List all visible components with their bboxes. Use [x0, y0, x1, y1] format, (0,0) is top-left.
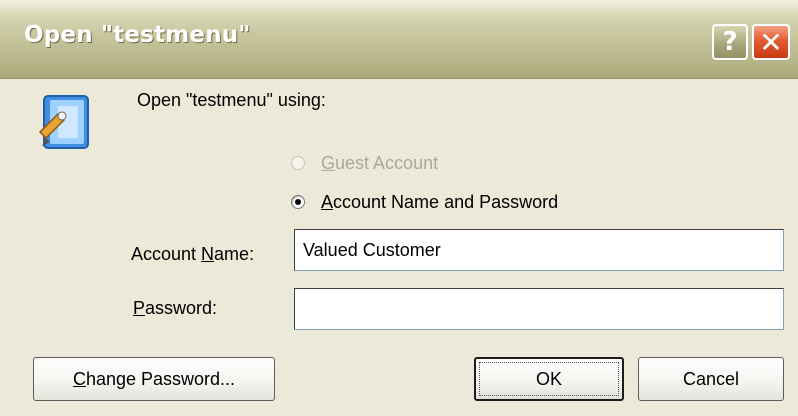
password-input[interactable]: [294, 288, 784, 330]
help-icon: ?: [722, 27, 738, 57]
help-button[interactable]: ?: [712, 24, 748, 60]
guest-account-radio-circle: [291, 156, 305, 170]
password-label: Password:: [133, 298, 218, 318]
account-name-password-radio[interactable]: Account Name and Password: [291, 190, 558, 214]
account-name-input[interactable]: [294, 229, 784, 271]
cancel-button[interactable]: Cancel: [638, 357, 784, 401]
account-name-password-label: Account Name and Password: [321, 191, 559, 212]
guest-account-radio: Guest Account: [291, 151, 438, 175]
title-bar[interactable]: Open "testmenu" ? ✕: [0, 0, 798, 79]
account-name-password-radio-circle[interactable]: [291, 195, 305, 209]
guest-account-label: Guest Account: [321, 152, 439, 173]
close-icon: ✕: [759, 25, 783, 59]
close-button[interactable]: ✕: [752, 24, 790, 60]
ok-button[interactable]: OK: [474, 357, 624, 401]
intro-text: Open "testmenu" using:: [137, 90, 326, 110]
window-title: Open "testmenu": [24, 22, 251, 48]
file-open-app-icon: [38, 95, 89, 149]
account-name-label: Account Name:: [131, 244, 255, 264]
change-password-button[interactable]: Change Password...: [33, 357, 275, 401]
radio-selected-dot: [295, 199, 301, 205]
